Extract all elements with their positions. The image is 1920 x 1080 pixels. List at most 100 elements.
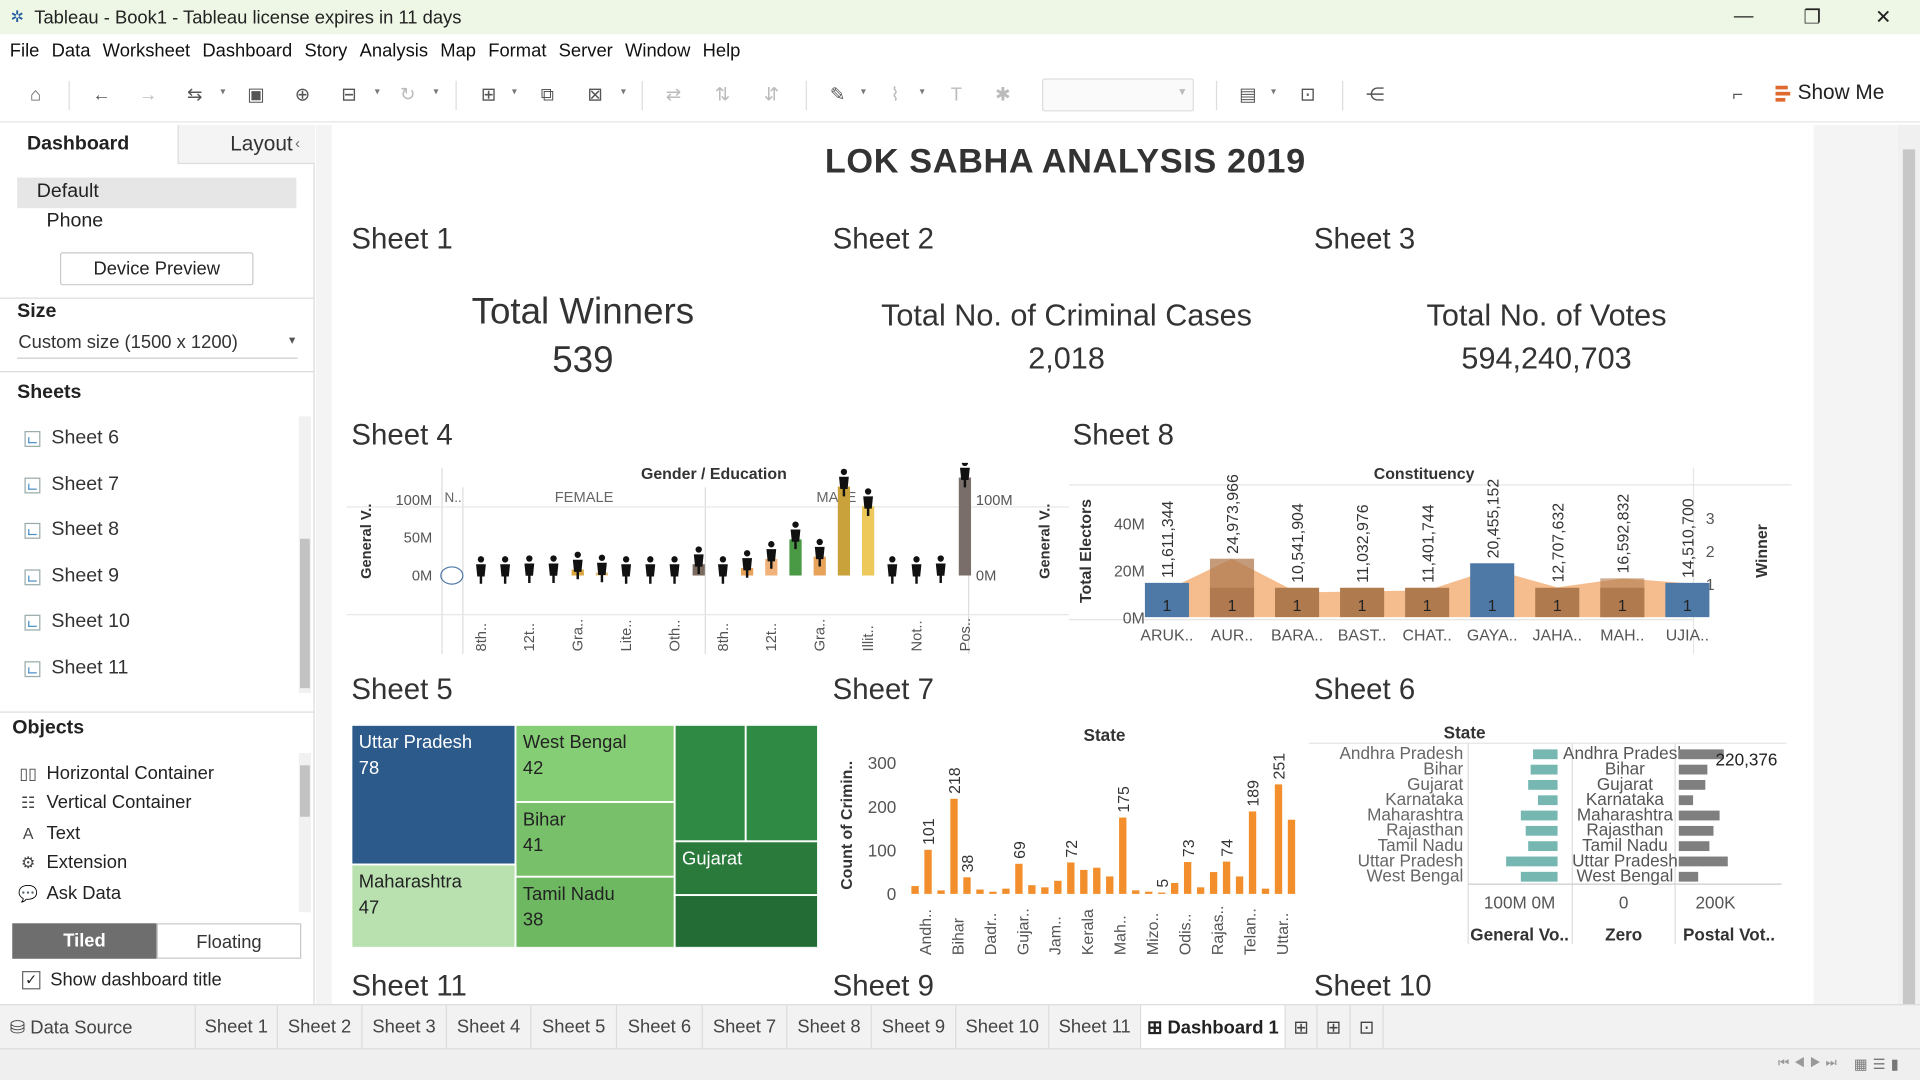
sheets-scrollbar[interactable] xyxy=(298,416,312,694)
swap-rows-columns-icon[interactable]: ⇄ xyxy=(660,81,687,108)
object-extension[interactable]: ⚙ Extension xyxy=(17,852,127,873)
tab-sheet[interactable]: Sheet 1 xyxy=(196,1005,278,1050)
tab-sheet[interactable]: Sheet 2 xyxy=(278,1005,363,1050)
sort-descending-icon[interactable]: ⇵ xyxy=(758,81,785,108)
sheet-list-item[interactable]: Sheet 10 xyxy=(24,611,130,633)
sheet7-criminal-cases-chart[interactable]: State 0 100 200 300 Count of Crimin.. 101 218 38… xyxy=(833,718,1304,958)
refresh-dropdown-icon[interactable]: ▾ xyxy=(433,86,438,97)
tab-sheet[interactable]: Sheet 8 xyxy=(787,1005,872,1050)
menu-file[interactable]: File xyxy=(10,40,40,61)
sheet5-treemap[interactable]: Uttar Pradesh 78 West Bengal 42 Bihar 41 Mahar… xyxy=(351,724,818,948)
share-icon[interactable]: ⋲ xyxy=(1362,81,1389,108)
new-dashboard-tab-icon[interactable]: ⊞ xyxy=(1318,1005,1351,1050)
tab-sheet[interactable]: Sheet 7 xyxy=(703,1005,788,1050)
fix-axes-icon[interactable]: ✱ xyxy=(989,81,1016,108)
menu-window[interactable]: Window xyxy=(625,40,690,61)
tiled-button[interactable]: Tiled xyxy=(12,923,157,959)
size-select[interactable]: Custom size (1500 x 1200) xyxy=(17,329,298,359)
canvas-scroll-thumb[interactable] xyxy=(1902,149,1916,1007)
tab-sheet[interactable]: Sheet 11 xyxy=(1049,1005,1142,1050)
replay-dropdown-icon[interactable]: ▾ xyxy=(220,86,225,97)
fit-dropdown[interactable] xyxy=(1042,78,1194,112)
minimize-button[interactable]: — xyxy=(1708,0,1779,34)
tab-dashboard[interactable]: Dashboard xyxy=(0,124,178,165)
tab-sheet[interactable]: Sheet 9 xyxy=(872,1005,957,1050)
menu-dashboard[interactable]: Dashboard xyxy=(202,40,292,61)
new-worksheet-icon[interactable]: ⊞ xyxy=(475,81,502,108)
new-worksheet-tab-icon[interactable]: ⊞ xyxy=(1286,1005,1318,1050)
menu-worksheet[interactable]: Worksheet xyxy=(103,40,190,61)
format-painter-icon[interactable]: ⌐ xyxy=(1724,81,1751,108)
view-mode-icon[interactable]: ▦☰▮ xyxy=(1854,1056,1904,1073)
data-label: 11,401,744 xyxy=(1420,504,1437,583)
pause-dropdown-icon[interactable]: ▾ xyxy=(375,86,380,97)
tab-sheet[interactable]: Sheet 10 xyxy=(956,1005,1050,1050)
objects-scroll-thumb[interactable] xyxy=(300,765,310,817)
object-text[interactable]: A Text xyxy=(17,823,80,844)
tab-data-source[interactable]: ⛁ Data Source xyxy=(0,1005,196,1050)
sheet-list-item[interactable]: Sheet 7 xyxy=(24,474,119,496)
clear-dropdown-icon[interactable]: ▾ xyxy=(621,86,626,97)
device-default[interactable]: Default xyxy=(17,177,297,209)
home-icon[interactable]: ⌂ xyxy=(22,81,49,108)
object-vertical-container[interactable]: ☷ Vertical Container xyxy=(17,792,191,813)
restore-button[interactable]: ❐ xyxy=(1777,0,1848,34)
undo-icon[interactable]: ← xyxy=(88,81,115,108)
menu-format[interactable]: Format xyxy=(488,40,546,61)
clear-sheet-icon[interactable]: ⊠ xyxy=(582,81,609,108)
tab-dashboard-1[interactable]: ⊞ Dashboard 1 xyxy=(1141,1005,1286,1050)
tab-navigation-icon[interactable]: ⏮◀▶⏭ xyxy=(1778,1057,1841,1070)
menu-server[interactable]: Server xyxy=(559,40,613,61)
new-worksheet-dropdown-icon[interactable]: ▾ xyxy=(512,86,517,97)
sheet8-constituency-chart[interactable]: Constituency 0M 20M 40M Total Electors Winner… xyxy=(1068,463,1792,659)
group-members-icon[interactable]: ⌇ xyxy=(882,81,909,108)
sheet-list-item[interactable]: Sheet 6 xyxy=(24,427,119,449)
group-dropdown-icon[interactable]: ▾ xyxy=(920,86,925,97)
y-tick-label: 100M xyxy=(395,493,432,509)
sheet4-gender-education-chart[interactable]: Gender / Education N.. FEMALE MALE 0M 50M 100M… xyxy=(346,462,1069,659)
floating-button[interactable]: Floating xyxy=(156,923,302,959)
show-cards-icon[interactable]: ▤ xyxy=(1234,81,1261,108)
save-icon[interactable]: ▣ xyxy=(242,81,269,108)
show-title-checkbox[interactable]: ✓ Show dashboard title xyxy=(22,970,222,991)
sheet6-votes-chart[interactable]: StateAndhra Pradesh Andhra PradeshBihar Bi… xyxy=(1308,718,1787,951)
highlight-dropdown-icon[interactable]: ▾ xyxy=(861,86,866,97)
menu-data[interactable]: Data xyxy=(52,40,91,61)
menu-help[interactable]: Help xyxy=(703,40,741,61)
collapse-pane-icon[interactable]: ‹ xyxy=(295,135,300,152)
data-label: 11,611,344 xyxy=(1160,501,1177,578)
redo-icon[interactable]: → xyxy=(135,81,162,108)
objects-scrollbar[interactable] xyxy=(298,753,312,913)
canvas-scrollbar[interactable] xyxy=(1897,124,1920,1007)
duplicate-sheet-icon[interactable]: ⧉ xyxy=(534,81,561,108)
show-mark-labels-icon[interactable]: T xyxy=(943,81,970,108)
data-label: 251 xyxy=(1272,753,1289,780)
pause-updates-icon[interactable]: ⊟ xyxy=(336,81,363,108)
menu-map[interactable]: Map xyxy=(440,40,476,61)
sheet-list-item[interactable]: Sheet 9 xyxy=(24,566,119,588)
sort-ascending-icon[interactable]: ⇅ xyxy=(709,81,736,108)
close-button[interactable]: ✕ xyxy=(1848,0,1919,34)
menu-analysis[interactable]: Analysis xyxy=(360,40,428,61)
tab-sheet[interactable]: Sheet 3 xyxy=(362,1005,447,1050)
new-story-tab-icon[interactable]: ⊡ xyxy=(1351,1005,1384,1050)
object-ask-data[interactable]: 💬 Ask Data xyxy=(17,883,121,904)
device-preview-button[interactable]: Device Preview xyxy=(60,252,254,286)
refresh-icon[interactable]: ↻ xyxy=(394,81,421,108)
presentation-mode-icon[interactable]: ⊡ xyxy=(1294,81,1321,108)
sheet-list-item[interactable]: Sheet 8 xyxy=(24,519,119,541)
replay-icon[interactable]: ⇆ xyxy=(181,81,208,108)
sheet-list-item[interactable]: Sheet 11 xyxy=(24,658,128,680)
show-cards-dropdown-icon[interactable]: ▾ xyxy=(1271,86,1276,97)
new-datasource-icon[interactable]: ⊕ xyxy=(289,81,316,108)
device-phone[interactable]: Phone xyxy=(47,211,104,233)
show-me-button[interactable]: Show Me xyxy=(1775,81,1884,105)
highlight-icon[interactable]: ✎ xyxy=(824,81,851,108)
sheet5-title: Sheet 5 xyxy=(351,673,453,707)
tab-sheet[interactable]: Sheet 5 xyxy=(531,1005,618,1050)
tab-sheet[interactable]: Sheet 4 xyxy=(447,1005,532,1050)
object-horizontal-container[interactable]: ▯▯ Horizontal Container xyxy=(17,763,214,784)
menu-story[interactable]: Story xyxy=(304,40,347,61)
tab-sheet[interactable]: Sheet 6 xyxy=(617,1005,703,1050)
sheets-scroll-thumb[interactable] xyxy=(300,538,310,689)
